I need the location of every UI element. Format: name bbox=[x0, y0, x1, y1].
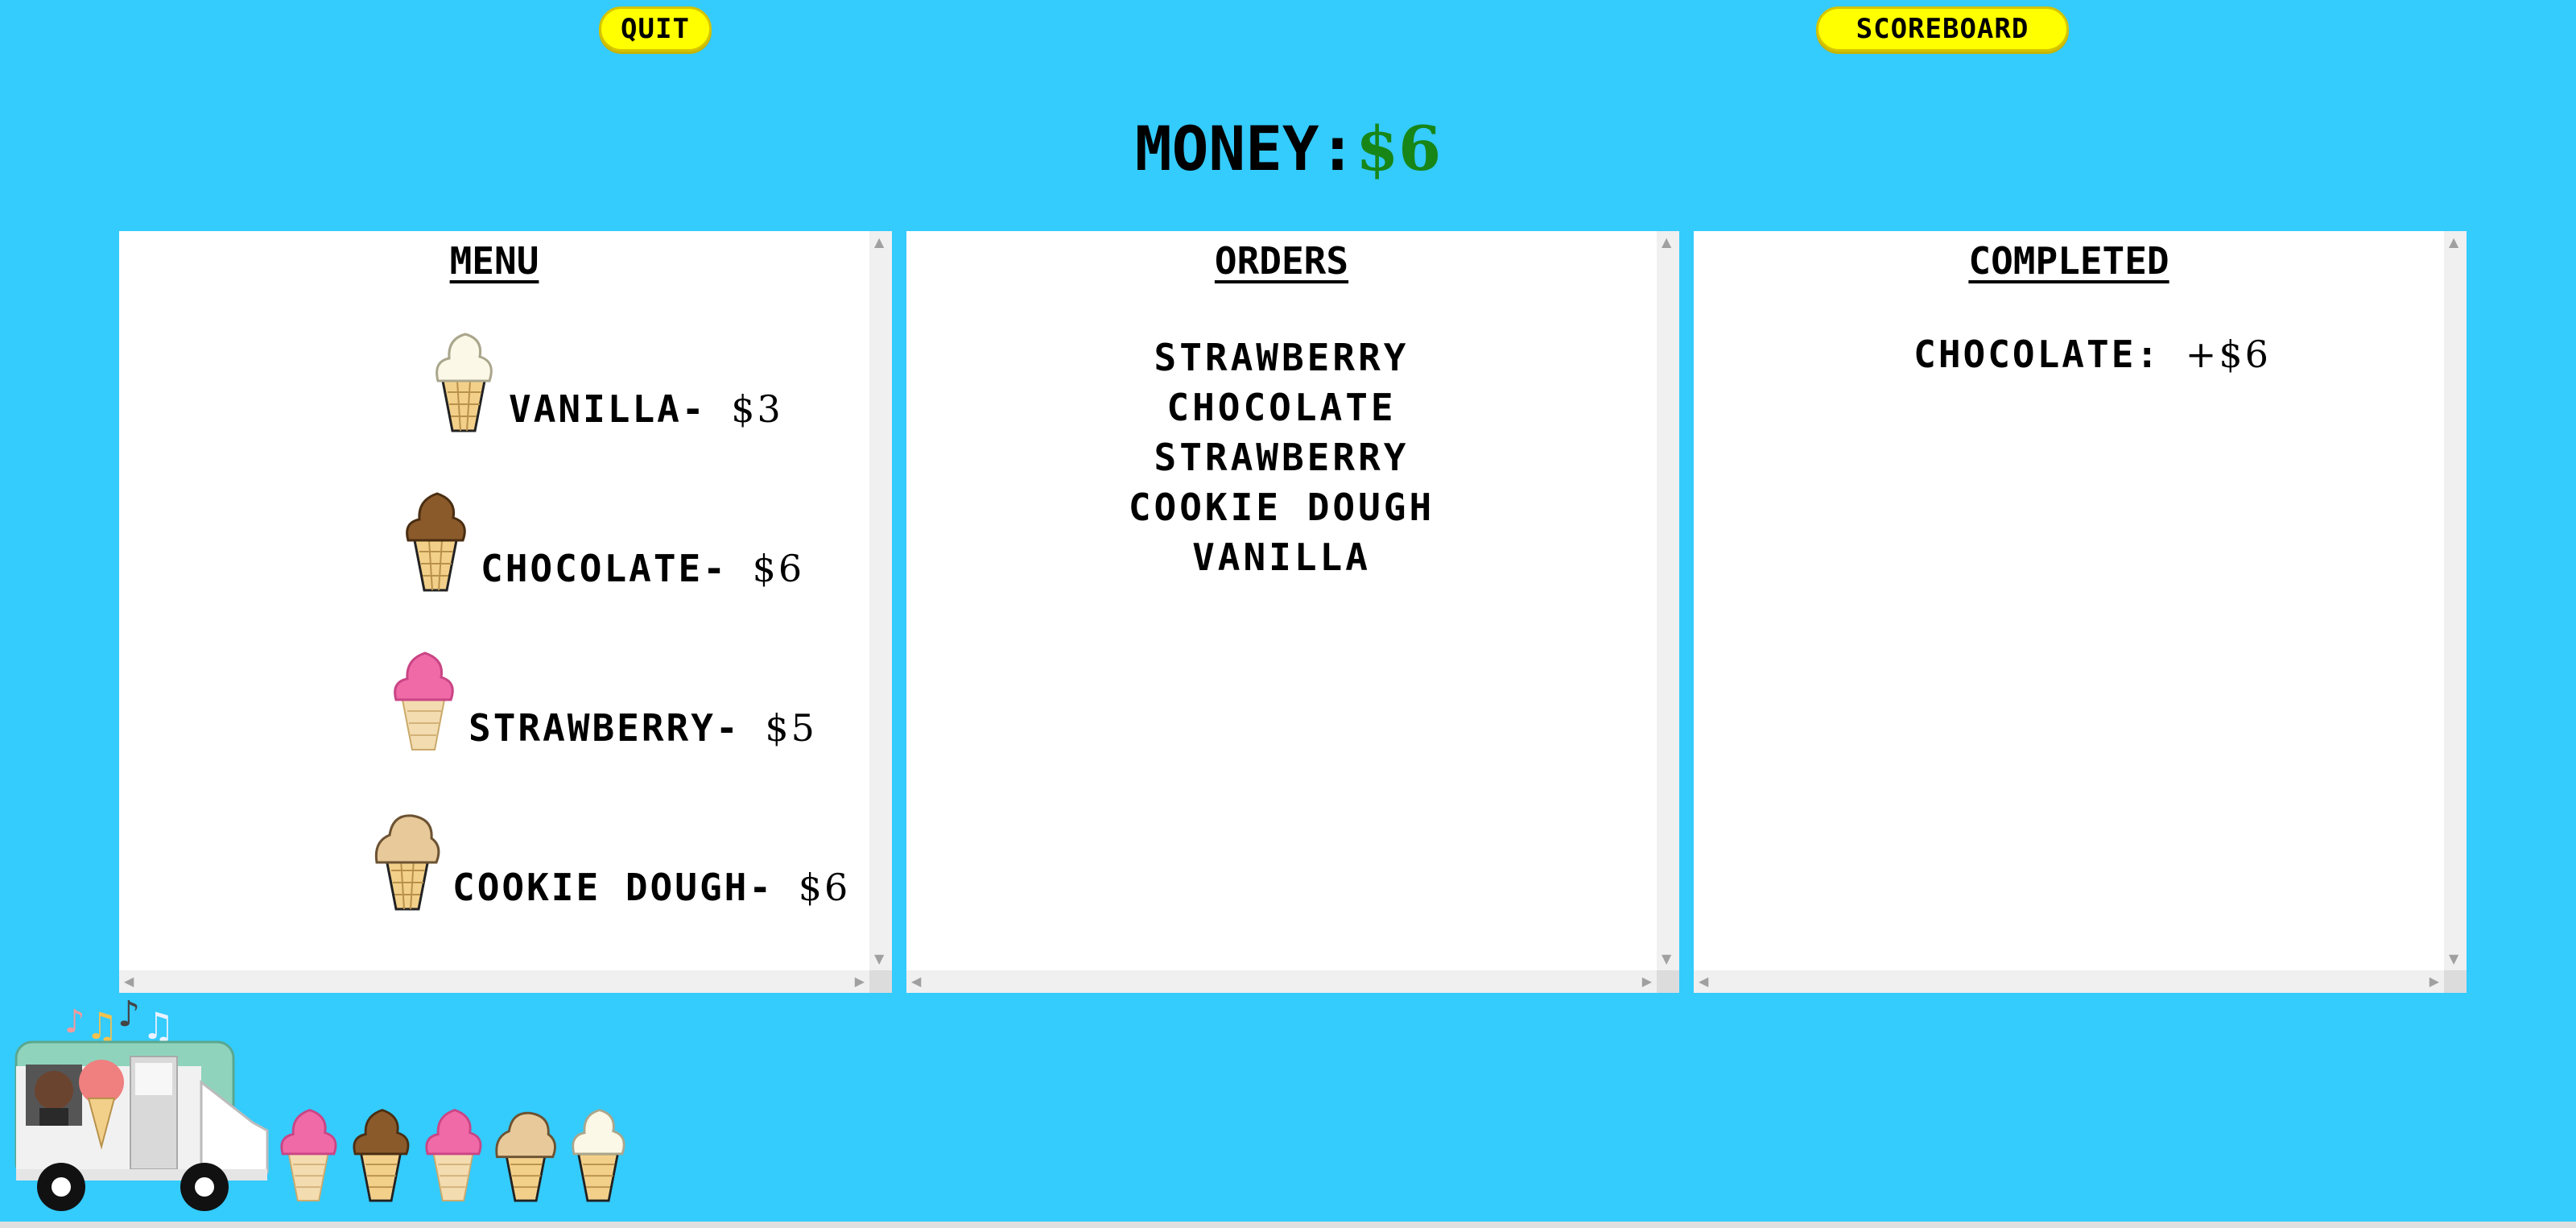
order-item[interactable]: STRAWBERRY bbox=[906, 432, 1657, 482]
money-label: MONEY: bbox=[1134, 113, 1356, 184]
order-item[interactable]: CHOCOLATE bbox=[906, 382, 1657, 432]
scoreboard-button[interactable]: SCOREBOARD bbox=[1816, 6, 2069, 52]
strawberry-cone-icon bbox=[425, 1109, 482, 1201]
scroll-corner bbox=[1657, 970, 1679, 993]
svg-text:♪: ♪ bbox=[118, 994, 140, 1035]
vertical-scrollbar[interactable]: ▲ ▼ bbox=[1657, 231, 1679, 970]
horizontal-scrollbar[interactable]: ◀ ▶ bbox=[906, 970, 1657, 993]
horizontal-scrollbar[interactable]: ◀ ▶ bbox=[1694, 970, 2444, 993]
scroll-up-icon[interactable]: ▲ bbox=[2449, 236, 2458, 249]
orders-list: STRAWBERRY CHOCOLATE STRAWBERRY COOKIE D… bbox=[906, 333, 1657, 582]
strawberry-cone-icon bbox=[394, 651, 454, 750]
strawberry-cone-icon bbox=[280, 1109, 337, 1201]
truck-area: ♪ ♫ ♪ ♫ bbox=[0, 989, 644, 1222]
orders-title: ORDERS bbox=[1214, 239, 1349, 283]
completed-title: COMPLETED bbox=[1968, 239, 2169, 283]
order-item[interactable]: STRAWBERRY bbox=[906, 333, 1657, 382]
menu-item-label: VANILLA- $3 bbox=[509, 387, 783, 431]
scroll-left-icon[interactable]: ◀ bbox=[1699, 975, 1708, 988]
chocolate-cone-icon bbox=[353, 1109, 410, 1202]
menu-panel: MENU VANILLA- $3 CHOCOLATE- $6 STRAWBERR… bbox=[119, 231, 892, 993]
menu-item-label: CHOCOLATE- $6 bbox=[481, 547, 805, 590]
bottom-scrollbar[interactable] bbox=[0, 1222, 2576, 1228]
menu-title: MENU bbox=[449, 239, 539, 283]
completed-panel: COMPLETED CHOCOLATE: +$6 ▲ ▼ ◀ ▶ bbox=[1694, 231, 2467, 993]
vanilla-cone-icon bbox=[436, 333, 493, 432]
scroll-right-icon[interactable]: ▶ bbox=[855, 975, 865, 988]
vertical-scrollbar[interactable]: ▲ ▼ bbox=[2444, 231, 2467, 970]
menu-item-cookie-dough[interactable]: COOKIE DOUGH- $6 bbox=[369, 806, 850, 911]
menu-item-strawberry[interactable]: STRAWBERRY- $5 bbox=[385, 647, 817, 751]
money-amount: $6 bbox=[1356, 113, 1442, 184]
scroll-up-icon[interactable]: ▲ bbox=[1662, 236, 1671, 249]
scroll-up-icon[interactable]: ▲ bbox=[874, 236, 884, 249]
scroll-right-icon[interactable]: ▶ bbox=[1642, 975, 1652, 988]
cone-line bbox=[272, 1102, 634, 1205]
scroll-right-icon[interactable]: ▶ bbox=[2429, 975, 2439, 988]
scroll-left-icon[interactable]: ◀ bbox=[911, 975, 921, 988]
scroll-left-icon[interactable]: ◀ bbox=[124, 975, 134, 988]
quit-button[interactable]: QUIT bbox=[599, 6, 712, 52]
chocolate-cone-icon bbox=[406, 492, 466, 592]
scroll-down-icon[interactable]: ▼ bbox=[874, 953, 884, 965]
menu-item-label: STRAWBERRY- $5 bbox=[469, 706, 817, 750]
scroll-down-icon[interactable]: ▼ bbox=[2449, 953, 2458, 965]
ice-cream-truck-icon bbox=[14, 1040, 269, 1211]
menu-item-vanilla[interactable]: VANILLA- $3 bbox=[425, 328, 783, 432]
vertical-scrollbar[interactable]: ▲ ▼ bbox=[869, 231, 892, 970]
cookie-dough-cone-icon bbox=[495, 1111, 556, 1202]
orders-panel: ORDERS STRAWBERRY CHOCOLATE STRAWBERRY C… bbox=[906, 231, 1679, 993]
order-item[interactable]: VANILLA bbox=[906, 532, 1657, 582]
scroll-down-icon[interactable]: ▼ bbox=[1662, 953, 1671, 965]
order-item[interactable]: COOKIE DOUGH bbox=[906, 482, 1657, 532]
scroll-corner bbox=[869, 970, 892, 993]
menu-item-chocolate[interactable]: CHOCOLATE- $6 bbox=[397, 487, 804, 592]
cookie-dough-cone-icon bbox=[374, 814, 440, 911]
vanilla-cone-icon bbox=[572, 1109, 625, 1202]
scroll-corner bbox=[2444, 970, 2467, 993]
money-display: MONEY:$6 bbox=[0, 113, 2576, 184]
completed-item: CHOCOLATE: +$6 bbox=[1913, 333, 2271, 376]
menu-item-label: COOKIE DOUGH- $6 bbox=[452, 866, 851, 909]
